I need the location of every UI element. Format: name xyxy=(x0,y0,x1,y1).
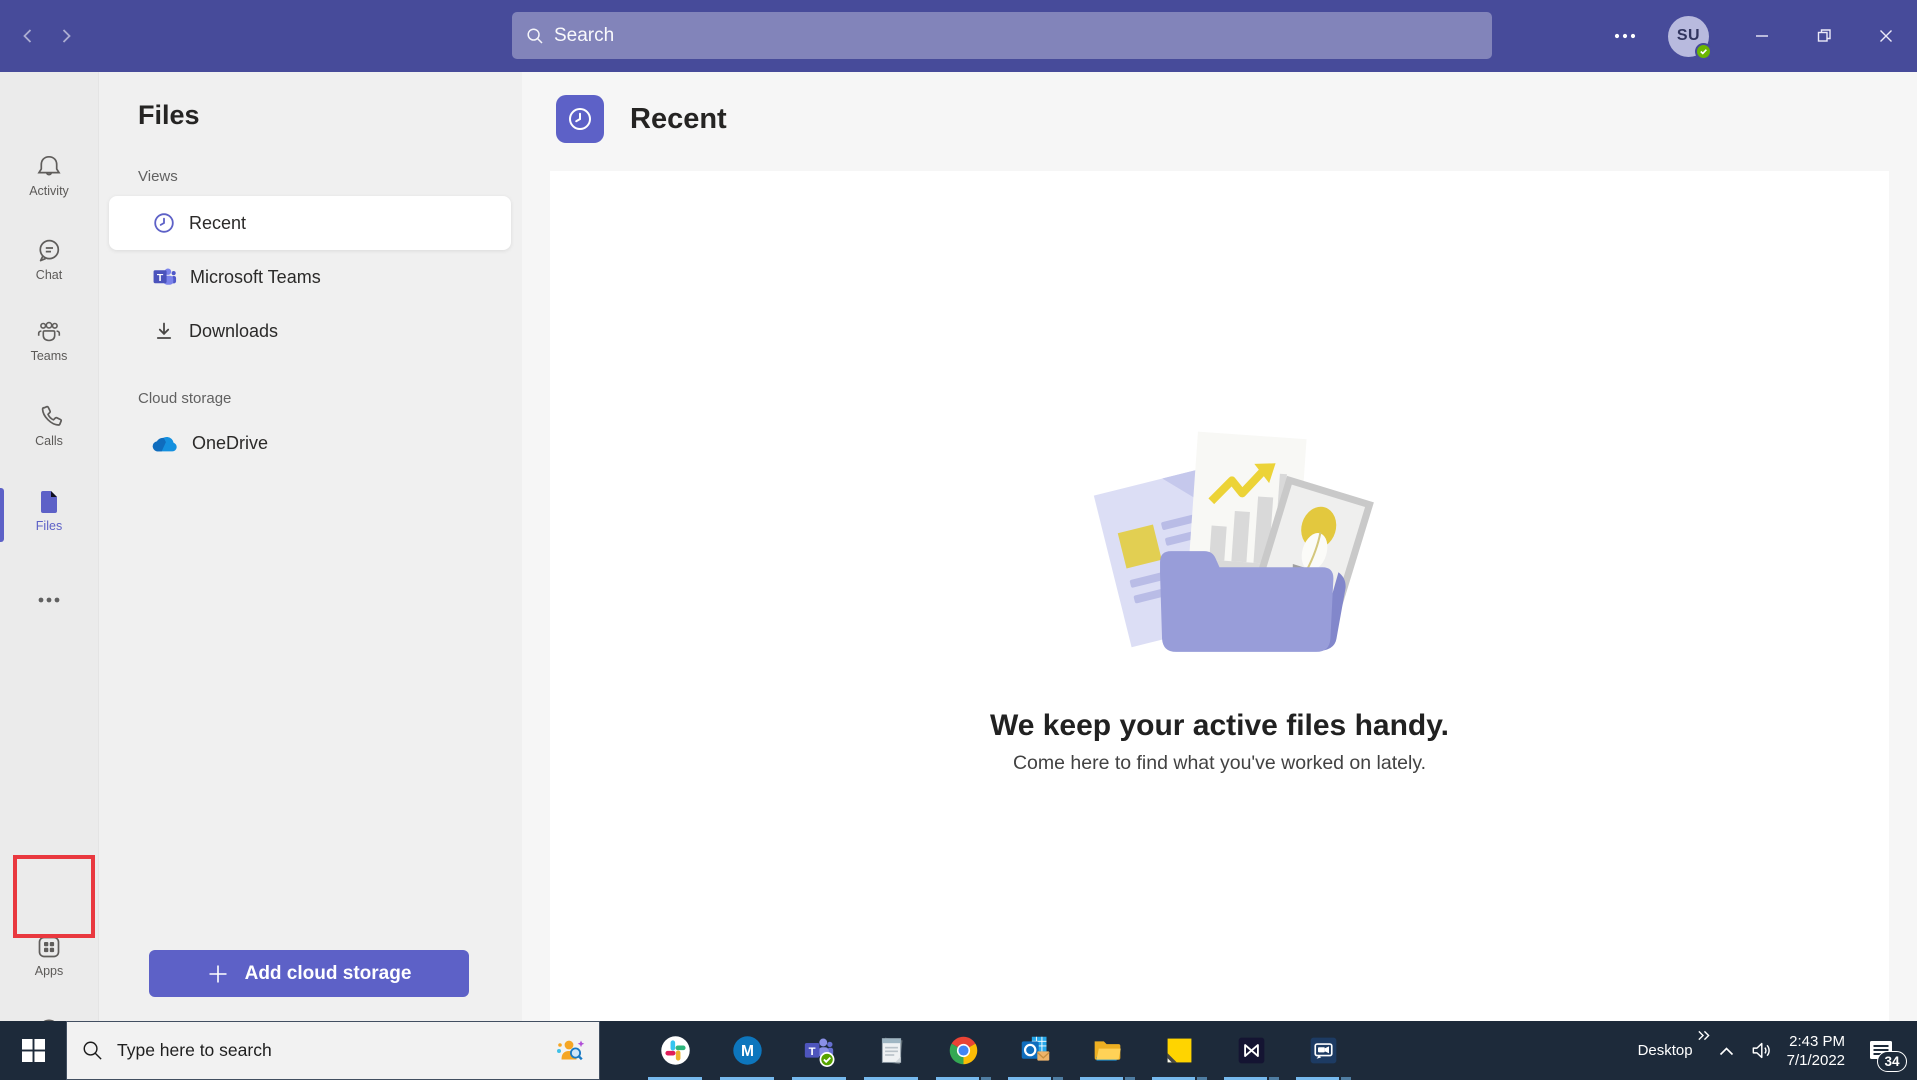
cloud-storage-heading: Cloud storage xyxy=(138,390,231,407)
restore-button[interactable] xyxy=(1793,0,1855,72)
selected-rail-indicator xyxy=(0,488,4,542)
taskbar-search-input[interactable] xyxy=(117,1040,447,1061)
empty-files-illustration xyxy=(1062,409,1377,661)
files-view-recent[interactable]: Recent xyxy=(109,196,511,250)
sidebar-item-files[interactable]: Files xyxy=(0,487,98,533)
more-apps-icon[interactable] xyxy=(0,596,98,604)
apps-grid-icon xyxy=(34,932,64,962)
sidebar-item-apps[interactable]: Apps xyxy=(0,932,98,978)
recent-clock-tile-icon xyxy=(556,95,604,143)
sidebar-item-activity[interactable]: Activity xyxy=(0,152,98,198)
cloud-item-onedrive[interactable]: OneDrive xyxy=(109,416,511,470)
sidebar-item-chat[interactable]: Chat xyxy=(0,236,98,282)
back-arrow-icon[interactable] xyxy=(10,18,46,54)
taskbar-pinned-apps: M T xyxy=(639,1021,1359,1080)
add-cloud-storage-button[interactable]: Add cloud storage xyxy=(149,950,469,997)
forward-arrow-icon[interactable] xyxy=(48,18,84,54)
svg-text:T: T xyxy=(809,1045,816,1057)
search-icon xyxy=(81,1039,104,1062)
views-heading: Views xyxy=(138,168,178,185)
speaker-icon[interactable] xyxy=(1744,1021,1779,1080)
sidebar-item-label: Apps xyxy=(35,964,64,978)
teams-titlebar: SU xyxy=(0,0,1917,72)
taskbar-app-miro[interactable] xyxy=(1215,1021,1287,1080)
file-icon xyxy=(34,487,64,517)
sidebar-item-label: Calls xyxy=(35,434,63,448)
main-content: Recent xyxy=(522,72,1917,1021)
add-cloud-storage-label: Add cloud storage xyxy=(245,963,412,985)
taskbar-search-box[interactable] xyxy=(66,1021,600,1080)
files-view-label: Microsoft Teams xyxy=(190,267,321,288)
taskbar-app-chrome[interactable] xyxy=(927,1021,999,1080)
clock-icon xyxy=(152,211,176,235)
teams-search-bar[interactable] xyxy=(512,12,1492,59)
action-center-button[interactable]: 34 xyxy=(1855,1021,1909,1080)
teams-people-icon xyxy=(34,317,64,347)
files-panel: Files Views Recent T Microsoft Teams Dow… xyxy=(98,72,522,1021)
clock-time: 2:43 PM xyxy=(1787,1032,1845,1051)
sidebar-item-label: Chat xyxy=(36,268,62,282)
double-chevron-icon[interactable] xyxy=(1696,1029,1711,1042)
presence-available-icon xyxy=(1695,43,1712,60)
files-view-label: Downloads xyxy=(189,321,278,342)
desktop-toolbar[interactable]: Desktop xyxy=(1628,1042,1709,1059)
windows-taskbar: M T xyxy=(0,1021,1917,1080)
sidebar-item-label: Files xyxy=(36,519,62,533)
files-view-microsoft-teams[interactable]: T Microsoft Teams xyxy=(109,250,511,304)
files-view-label: Recent xyxy=(189,213,246,234)
taskbar-app-mural[interactable]: M xyxy=(711,1021,783,1080)
onedrive-cloud-icon xyxy=(152,434,179,453)
app-rail: Activity Chat Teams Cal xyxy=(0,72,98,1021)
phone-icon xyxy=(34,402,64,432)
microsoft-teams-logo-icon: T xyxy=(152,265,177,290)
sidebar-item-label: Activity xyxy=(29,184,69,198)
taskbar-app-slack[interactable] xyxy=(639,1021,711,1080)
cloud-item-label: OneDrive xyxy=(192,433,268,454)
svg-text:T: T xyxy=(157,272,164,283)
taskbar-app-file-explorer[interactable] xyxy=(1071,1021,1143,1080)
more-options-icon[interactable] xyxy=(1596,0,1654,72)
taskbar-app-sticky-notes[interactable] xyxy=(1143,1021,1215,1080)
close-button[interactable] xyxy=(1855,0,1917,72)
empty-state: We keep your active files handy. Come he… xyxy=(550,409,1889,775)
sidebar-item-teams[interactable]: Teams xyxy=(0,317,98,363)
page-title: Recent xyxy=(630,103,727,136)
taskbar-clock[interactable]: 2:43 PM 7/1/2022 xyxy=(1787,1032,1845,1070)
taskbar-app-notepad[interactable] xyxy=(855,1021,927,1080)
panel-title: Files xyxy=(138,100,200,131)
profile-avatar[interactable]: SU xyxy=(1668,16,1709,57)
search-icon xyxy=(525,26,545,46)
sidebar-item-label: Teams xyxy=(31,349,68,363)
empty-state-subtext: Come here to find what you've worked on … xyxy=(550,752,1889,775)
taskbar-app-teams[interactable]: T xyxy=(783,1021,855,1080)
empty-state-heading: We keep your active files handy. xyxy=(550,709,1889,743)
clock-date: 7/1/2022 xyxy=(1787,1051,1845,1070)
search-input[interactable] xyxy=(554,25,1434,47)
sidebar-item-calls[interactable]: Calls xyxy=(0,402,98,448)
desktop-label: Desktop xyxy=(1638,1042,1693,1059)
svg-text:M: M xyxy=(741,1043,754,1060)
taskbar-app-video-chat[interactable] xyxy=(1287,1021,1359,1080)
download-icon xyxy=(152,319,176,343)
chat-bubble-icon xyxy=(34,236,64,266)
minimize-button[interactable] xyxy=(1731,0,1793,72)
bell-icon xyxy=(34,152,64,182)
plus-icon xyxy=(207,963,229,985)
recent-files-card: We keep your active files handy. Come he… xyxy=(550,171,1889,1021)
show-hidden-icons-chevron[interactable] xyxy=(1709,1021,1744,1080)
search-highlights-icon[interactable] xyxy=(555,1036,585,1066)
notification-count-badge: 34 xyxy=(1877,1051,1907,1072)
start-button[interactable] xyxy=(0,1021,66,1080)
files-view-downloads[interactable]: Downloads xyxy=(109,304,511,358)
taskbar-app-outlook[interactable] xyxy=(999,1021,1071,1080)
